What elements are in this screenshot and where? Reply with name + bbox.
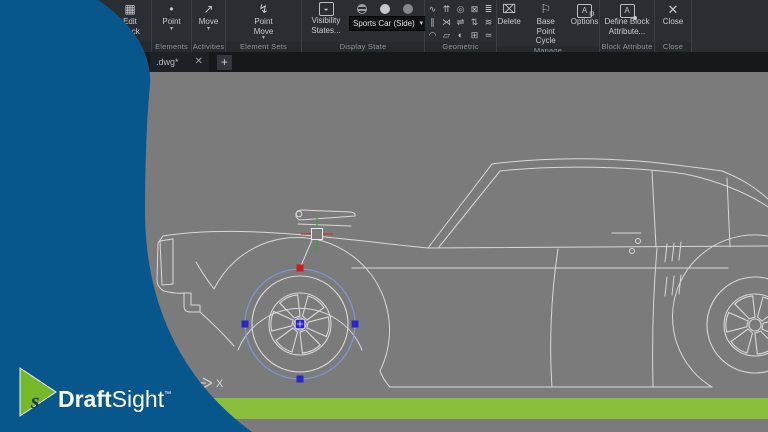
constraint-icon[interactable]: ◐ (454, 29, 467, 41)
point-move-icon: ↯ (258, 2, 268, 17)
constraint-icon[interactable]: ⊠ (468, 3, 481, 15)
chevron-down-icon: ▾ (419, 21, 423, 26)
move-icon: ↗ (203, 2, 213, 17)
constraint-icon[interactable]: ⇌ (454, 16, 467, 28)
constraint-icon[interactable]: ▱ (440, 29, 453, 41)
block-attribute-icon: A (620, 4, 635, 18)
chevron-down-icon: ▾ (170, 27, 173, 32)
group-label-activities: Activities (192, 42, 225, 52)
ribbon-group-activities: ↗ Move ▾ Activities (192, 0, 226, 52)
ribbon-spacer (692, 0, 768, 52)
ucs-x-label: X (216, 378, 224, 390)
visibility-states-button[interactable]: ◒ Visibility States... (307, 2, 345, 35)
group-label-element-sets: Element Sets (226, 42, 301, 52)
grip-rubber-band (300, 240, 312, 268)
document-tab[interactable]: .dwg* ✕ (150, 52, 209, 72)
flag-icon: ⚐ (540, 2, 551, 17)
group-label-display-state: Display State (302, 42, 424, 52)
chevron-down-icon: ▾ (262, 36, 265, 41)
constraint-icon[interactable]: ⇅ (468, 16, 481, 28)
constraint-icon[interactable]: ◠ (426, 29, 439, 41)
draftsight-window: ▦ Edit Block Block • Point ▾ Elements ↗ … (0, 0, 768, 432)
grip-west[interactable] (242, 321, 249, 328)
tab-close-icon[interactable]: ✕ (195, 57, 203, 67)
move-button[interactable]: ↗ Move ▾ (199, 2, 219, 32)
display-state-indicators (349, 2, 413, 16)
base-point-cycle-button[interactable]: ⚐ Base Point Cycle (528, 2, 564, 46)
state-circle-gray-icon (403, 4, 413, 14)
constraint-icon[interactable]: ≃ (482, 29, 495, 41)
gear-icon: ⚙ (589, 9, 595, 21)
point-icon: • (169, 2, 173, 17)
point-move-button[interactable]: ↯ Point Move ▾ (250, 2, 278, 41)
ribbon-group-close: ✕ Close Close (655, 0, 692, 52)
visibility-states-icon: ◒ (319, 2, 334, 16)
ribbon: ▦ Edit Block Block • Point ▾ Elements ↗ … (0, 0, 768, 52)
group-label-block: Block (0, 42, 151, 52)
ucs-icon: X (165, 378, 224, 390)
grip-east[interactable] (352, 321, 359, 328)
document-tab-label: .dwg* (156, 57, 179, 67)
ribbon-group-block: ▦ Edit Block Block (0, 0, 152, 52)
state-circle-striped-icon (357, 4, 367, 14)
chevron-down-icon: ▾ (207, 27, 210, 32)
ribbon-group-block-attribute: A Define Block Attribute... Block Attrib… (600, 0, 655, 52)
group-label-close: Close (655, 42, 691, 52)
geometric-constraints-grid: ∿ ⇈ ◎ ⊠ ≣ ∥ ⋊ ⇌ ⇅ ≋ ◠ ▱ ◐ ⊞ ≃ (426, 2, 495, 41)
group-label-block-attribute: Block Attribute (600, 42, 654, 52)
display-state-dropdown[interactable]: Sports Car (Side) ▾ (349, 16, 427, 31)
group-label-geometric: Geometric (425, 42, 496, 52)
plus-icon: + (221, 55, 228, 69)
ribbon-group-display-state: ◒ Visibility States... Sports Car (Side)… (302, 0, 425, 52)
rear-wheel[interactable] (707, 277, 768, 373)
ribbon-group-manage: ⌧ Delete ⚐ Base Point Cycle A⚙ Options M… (497, 0, 600, 52)
constraint-icon[interactable]: ≣ (482, 3, 495, 15)
options-button[interactable]: A⚙ Options (571, 2, 599, 27)
constraint-icon[interactable]: ∿ (426, 3, 439, 15)
ribbon-group-geometric: ∿ ⇈ ◎ ⊠ ≣ ∥ ⋊ ⇌ ⇅ ≋ ◠ ▱ ◐ ⊞ ≃ Geometri (425, 0, 497, 52)
point-button[interactable]: • Point ▾ (162, 2, 180, 32)
grip-south[interactable] (297, 376, 304, 383)
document-tab-bar: .dwg* ✕ + (0, 52, 768, 72)
green-accent-stripe (0, 398, 768, 419)
constraint-icon[interactable]: ≋ (482, 16, 495, 28)
edit-block-button[interactable]: ▦ Edit Block (115, 2, 145, 36)
group-label-elements: Elements (152, 42, 191, 52)
edit-block-icon: ▦ (124, 2, 135, 17)
ribbon-group-elements: • Point ▾ Elements (152, 0, 192, 52)
delete-constraint-icon: ⌧ (502, 2, 516, 17)
constraint-icon[interactable]: ⋊ (440, 16, 453, 28)
constraint-icon[interactable]: ⊞ (468, 29, 481, 41)
sports-car-block-geometry (157, 159, 768, 387)
close-block-editor-button[interactable]: ✕ Close (663, 2, 683, 27)
crosshair-cursor (301, 217, 333, 251)
drawing-canvas[interactable]: X (0, 72, 768, 432)
close-icon: ✕ (668, 2, 679, 17)
ribbon-group-element-sets: ↯ Point Move ▾ Element Sets (226, 0, 302, 52)
options-icon: A⚙ (577, 4, 592, 18)
grip-north-hot[interactable] (297, 265, 304, 272)
new-tab-button[interactable]: + (217, 55, 232, 70)
constraint-icon[interactable]: ∥ (426, 16, 439, 28)
constraint-icon[interactable]: ⇈ (440, 3, 453, 15)
delete-constraint-button[interactable]: ⌧ Delete (498, 2, 521, 27)
constraint-icon[interactable]: ◎ (454, 3, 467, 15)
state-circle-light-icon (380, 4, 390, 14)
define-block-attribute-button[interactable]: A Define Block Attribute... (603, 2, 651, 36)
